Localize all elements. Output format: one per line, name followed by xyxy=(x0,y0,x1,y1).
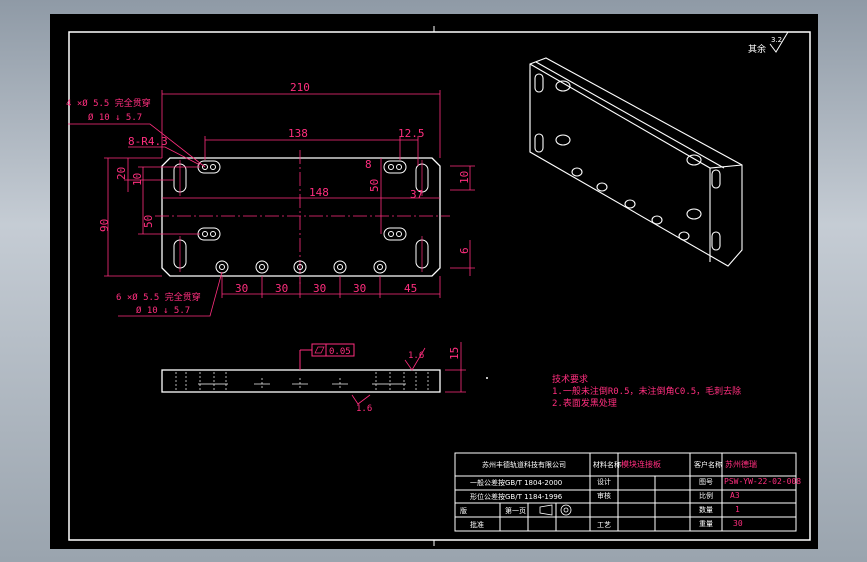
tb-company: 苏州丰德轨道科技有限公司 xyxy=(482,460,566,469)
dim-slot-width: 8 xyxy=(365,158,372,171)
tb-qty-label: 数量 xyxy=(699,505,713,514)
tb-craft: 工艺 xyxy=(597,521,611,529)
tb-craft-left: 批准 xyxy=(470,520,484,529)
bottom-dim-2: 30 xyxy=(275,282,288,295)
dim-6: 6 xyxy=(458,247,471,254)
bottom-dim-1: 30 xyxy=(235,282,248,295)
tb-material-label: 材料名称 xyxy=(593,460,621,469)
dim-hole-spacing: 138 xyxy=(288,127,308,140)
hole-note-top-1: 4 ×Ø 5.5 完全贯穿 xyxy=(66,97,151,109)
roughness-value: 3.2 xyxy=(771,36,782,44)
tb-part-code-value: 苏州德瑞 xyxy=(725,459,757,469)
dim-center-length: 148 xyxy=(309,186,329,199)
tb-scale-value: A3 xyxy=(730,491,740,500)
dim-10-left: 10 xyxy=(131,173,144,186)
dim-edge-offset: 12.5 xyxy=(398,127,425,140)
bottom-dim-3: 30 xyxy=(313,282,326,295)
dim-overall-width: 210 xyxy=(290,81,310,94)
roughness-bottom: 1.6 xyxy=(356,404,372,414)
tb-part-code-label: 客户名称 xyxy=(694,460,722,469)
radius-label: 8-R4.3 xyxy=(128,135,168,148)
tb-std-line2: 形位公差按GB/T 1184-1996 xyxy=(470,492,563,501)
dim-50-mid: 50 xyxy=(368,179,381,192)
tb-page: 第一页 xyxy=(505,506,526,515)
tb-checker: 审核 xyxy=(597,491,611,500)
dim-20: 20 xyxy=(115,167,128,180)
tb-weight-label: 重量 xyxy=(699,520,713,528)
dim-right-37: 37 xyxy=(410,188,423,201)
dim-height-90: 90 xyxy=(98,219,111,232)
flatness-value: 0.05 xyxy=(329,347,351,357)
roughness-top: 1.6 xyxy=(408,351,424,361)
cad-drawing-canvas: 其余 3.2 210 138 12.5 148 8 37 90 50 50 20… xyxy=(50,14,818,549)
hole-note-bottom-1: 6 ×Ø 5.5 完全贯穿 xyxy=(116,291,201,303)
tb-scale-label: 比例 xyxy=(699,491,713,500)
tb-drawing-no-value: PSW-YW-22-02-008 xyxy=(724,477,801,486)
dim-10-right: 10 xyxy=(458,171,471,184)
tb-version: 版 xyxy=(460,506,467,515)
tb-designer: 设计 xyxy=(597,477,611,486)
tb-weight-value: 30 xyxy=(733,519,743,528)
tb-part-name-value: 模块连接板 xyxy=(621,459,661,469)
tb-std-line1: 一般公差按GB/T 1804-2000 xyxy=(470,478,562,487)
hole-note-bottom-2: Ø 10 ↓ 5.7 xyxy=(136,305,190,316)
notes-title: 技术要求 xyxy=(552,373,588,385)
notes-line-1: 1.一般未注倒R0.5，未注倒角C0.5，毛刺去除 xyxy=(552,385,741,397)
roughness-mark-label: 其余 xyxy=(748,43,766,55)
side-thickness: 15 xyxy=(448,347,461,360)
tb-drawing-no-label: 图号 xyxy=(699,478,713,486)
hole-note-top-2: Ø 10 ↓ 5.7 xyxy=(88,112,142,123)
tb-qty-value: 1 xyxy=(735,505,740,514)
bottom-dim-5: 45 xyxy=(404,282,417,295)
notes-line-2: 2.表面发黑处理 xyxy=(552,397,617,409)
bottom-dim-4: 30 xyxy=(353,282,366,295)
dim-50-left: 50 xyxy=(142,215,155,228)
